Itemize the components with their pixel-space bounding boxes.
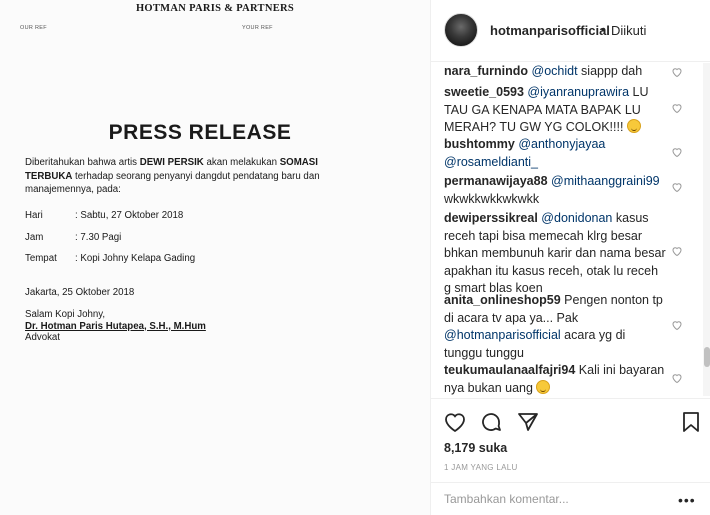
post-actions (431, 398, 710, 443)
comment-mention-2[interactable]: @rosameldianti_ (444, 155, 538, 169)
comment-user[interactable]: nara_furnindo (444, 64, 528, 78)
comment-user[interactable]: teukumaulanaalfajri94 (444, 363, 575, 377)
comment-user[interactable]: bushtommy (444, 137, 515, 151)
post-timestamp[interactable]: 1 JAM YANG LALU (444, 463, 518, 472)
like-comment-heart-icon[interactable] (671, 146, 683, 158)
signatory: Dr. Hotman Paris Hutapea, S.H., M.Hum (25, 320, 206, 332)
comment-bubble-icon[interactable] (479, 410, 503, 434)
comment-user[interactable]: sweetie_0593 (444, 85, 524, 99)
our-ref: OUR REF (20, 25, 47, 31)
comment-user[interactable]: dewiperssikreal (444, 211, 538, 225)
like-comment-heart-icon[interactable] (671, 102, 683, 114)
like-heart-icon[interactable] (443, 410, 467, 434)
scrollbar-thumb[interactable] (704, 347, 710, 367)
greeting: Salam Kopi Johny, (25, 309, 106, 320)
like-comment-heart-icon[interactable] (671, 66, 683, 78)
row-value: : 7.30 Pagi (75, 232, 122, 243)
post-image[interactable]: HOTMAN PARIS & PARTNERS OUR REF YOUR REF… (0, 0, 430, 515)
like-comment-heart-icon[interactable] (671, 181, 683, 193)
comment-user[interactable]: permanawijaya88 (444, 174, 548, 188)
your-ref: YOUR REF (242, 25, 273, 31)
like-comment-heart-icon[interactable] (671, 372, 683, 384)
more-options-icon[interactable]: ••• (678, 492, 696, 508)
comment-mention[interactable]: @ochidt (532, 64, 578, 78)
body-name: DEWI PERSIK (139, 157, 204, 168)
comment-input[interactable] (444, 492, 644, 506)
post-sidebar: hotmanparisofficial • Diikuti nara_furni… (430, 0, 710, 515)
row-label: Hari (25, 210, 43, 221)
comment-mention[interactable]: @iyanranuprawira (527, 85, 629, 99)
grin-emoji-icon (626, 119, 641, 133)
closing: Salam Kopi Johny, Dr. Hotman Paris Hutap… (25, 309, 206, 344)
comment-list: nara_furnindo @ochidt siappp dah sweetie… (431, 63, 710, 396)
comment-item: nara_furnindo @ochidt siappp dah (444, 63, 666, 81)
body-text-1: Diberitahukan bahwa artis (25, 157, 140, 168)
comment-item: sweetie_0593 @iyanranuprawira LU TAU GA … (444, 84, 666, 137)
separator-dot: • (601, 21, 606, 37)
letter-body: Diberitahukan bahwa artis DEWI PERSIK ak… (25, 156, 347, 197)
place-date: Jakarta, 25 Oktober 2018 (25, 287, 135, 298)
post-header: hotmanparisofficial • Diikuti (431, 0, 710, 62)
comments-scrollbar[interactable] (703, 63, 710, 396)
letterhead: HOTMAN PARIS & PARTNERS (135, 3, 295, 14)
comment-item: bushtommy @anthonyjayaa @rosameldianti_ (444, 136, 666, 171)
comment-mention[interactable]: @hotmanparisofficial (444, 328, 561, 342)
comment-item: permanawijaya88 @mithaanggraini99 wkwkkw… (444, 173, 666, 208)
grin-emoji-icon (536, 379, 551, 394)
comment-mention[interactable]: @mithaanggraini99 (551, 174, 660, 188)
comment-text: siappp dah (577, 64, 643, 78)
comment-item: dewiperssikreal @donidonan kasus receh t… (444, 210, 666, 298)
like-comment-heart-icon[interactable] (671, 245, 683, 257)
following-button[interactable]: Diikuti (611, 23, 646, 38)
comment-item: anita_onlineshop59 Pengen nonton tp di a… (444, 292, 666, 362)
row-value: : Sabtu, 27 Oktober 2018 (75, 210, 184, 221)
comment-text: wkwkkwkkwkwkk (444, 191, 540, 206)
comment-user[interactable]: anita_onlineshop59 (444, 293, 561, 307)
body-somasi: SOMASI (279, 157, 318, 168)
row-value: : Kopi Johny Kelapa Gading (75, 253, 196, 264)
body-terbuka: TERBUKA (25, 170, 73, 182)
bookmark-icon[interactable] (679, 410, 703, 434)
press-release-title: PRESS RELEASE (108, 121, 292, 144)
comment-mention[interactable]: @donidonan (541, 211, 612, 225)
body-text-2: akan melakukan (203, 157, 280, 168)
row-label: Tempat (25, 253, 57, 264)
add-comment-bar: ••• (431, 482, 710, 515)
avatar[interactable] (444, 13, 478, 47)
press-release-letter: HOTMAN PARIS & PARTNERS OUR REF YOUR REF… (0, 0, 430, 515)
share-send-icon[interactable] (516, 410, 540, 434)
likes-count[interactable]: 8,179 suka (444, 441, 507, 455)
like-comment-heart-icon[interactable] (671, 319, 683, 331)
row-label: Jam (25, 232, 44, 243)
comment-mention[interactable]: @anthonyjayaa (518, 137, 605, 151)
comment-item: teukumaulanaalfajri94 Kali ini bayaran n… (444, 362, 666, 396)
signatory-role: Advokat (25, 332, 61, 343)
username-link[interactable]: hotmanparisofficial (490, 23, 610, 38)
